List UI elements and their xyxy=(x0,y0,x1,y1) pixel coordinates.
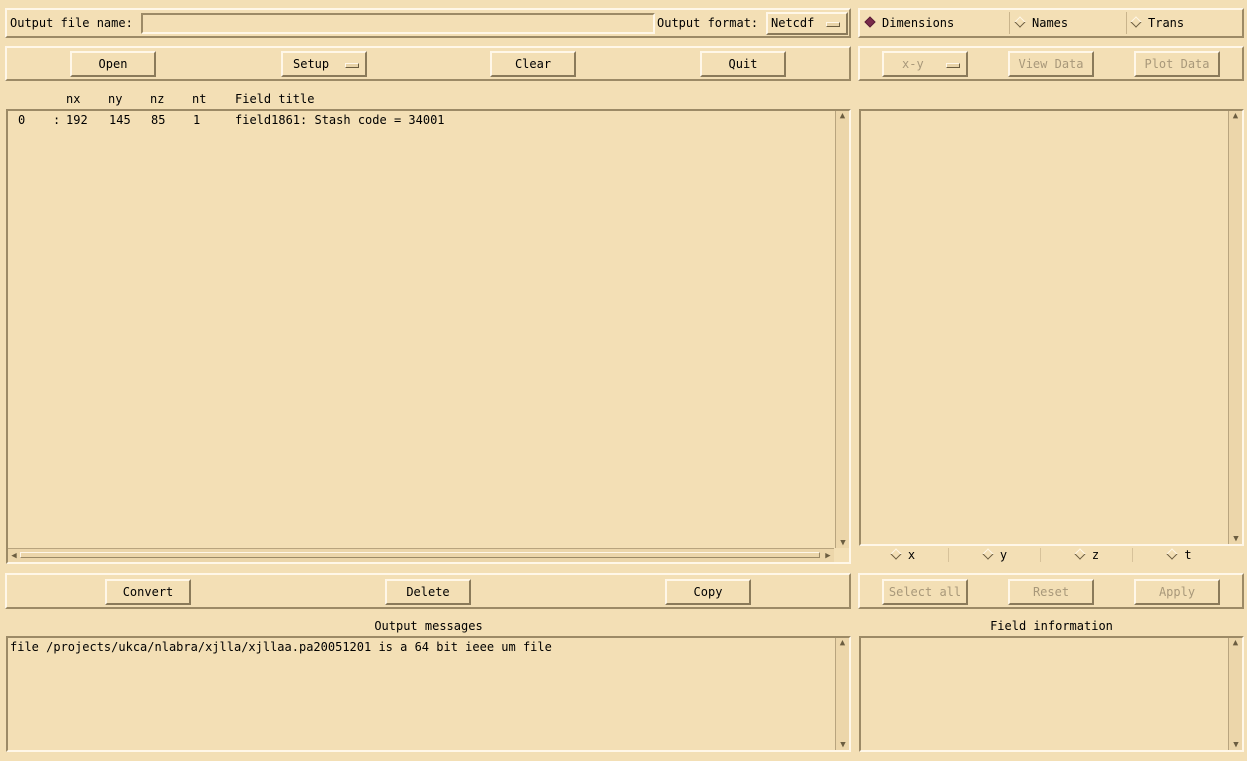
scroll-down-icon[interactable]: ▼ xyxy=(1229,740,1243,750)
table-row[interactable]: 0 : 192 145 85 1 field1861: Stash code =… xyxy=(8,113,834,129)
view-data-button[interactable]: View Data xyxy=(1008,51,1094,77)
divider xyxy=(1009,12,1010,34)
view-mode-label: Trans xyxy=(1148,16,1185,30)
select-all-button[interactable]: Select all xyxy=(882,579,968,605)
fields-list[interactable]: 0 : 192 145 85 1 field1861: Stash code =… xyxy=(6,109,851,564)
action-bar: Convert Delete Copy xyxy=(5,573,851,609)
scroll-thumb[interactable] xyxy=(20,552,820,558)
header-nz: nz xyxy=(150,92,165,106)
toggle-unselected-icon xyxy=(1074,548,1086,560)
reset-button[interactable]: Reset xyxy=(1008,579,1094,605)
plot-type-menu[interactable]: x-y xyxy=(882,51,968,77)
dimension-action-bar: Select all Reset Apply xyxy=(858,573,1244,609)
view-mode-label: Dimensions xyxy=(882,16,955,30)
divider xyxy=(1126,12,1127,34)
row-separator: : xyxy=(53,113,61,127)
dimension-toggle-z[interactable]: z xyxy=(1043,548,1133,562)
header-nt: nt xyxy=(192,92,207,106)
dimensions-list[interactable]: ▲ ▼ xyxy=(859,109,1244,546)
dimensions-vertical-scrollbar[interactable]: ▲ ▼ xyxy=(1228,111,1242,544)
option-menu-icon xyxy=(826,22,840,27)
dimension-toggle-bar: x y z t xyxy=(859,546,1227,566)
dimension-toggle-x[interactable]: x xyxy=(859,548,949,562)
header-ny: ny xyxy=(108,92,123,106)
convert-button[interactable]: Convert xyxy=(105,579,191,605)
setup-menu-button[interactable]: Setup xyxy=(281,51,367,77)
apply-button[interactable]: Apply xyxy=(1134,579,1220,605)
toggle-unselected-icon xyxy=(890,548,902,560)
dimension-toggle-y[interactable]: y xyxy=(951,548,1041,562)
fields-vertical-scrollbar[interactable]: ▲ ▼ xyxy=(835,111,849,548)
output-format-label: Output format: xyxy=(657,16,759,30)
row-ny: 145 xyxy=(109,113,131,127)
field-information-panel[interactable]: ▲ ▼ xyxy=(859,636,1244,752)
scroll-down-icon[interactable]: ▼ xyxy=(1229,534,1243,544)
scroll-up-icon[interactable]: ▲ xyxy=(836,111,849,121)
plot-data-button[interactable]: Plot Data xyxy=(1134,51,1220,77)
row-index: 0 xyxy=(18,113,26,127)
output-messages-title: Output messages xyxy=(374,619,483,633)
plot-type-value: x-y xyxy=(902,57,924,71)
dimension-label: x xyxy=(907,548,916,562)
dimension-label: z xyxy=(1091,548,1100,562)
quit-button[interactable]: Quit xyxy=(700,51,786,77)
view-mode-dimensions[interactable]: Dimensions xyxy=(864,16,1006,30)
option-menu-icon xyxy=(946,63,960,68)
row-title: field1861: Stash code = 34001 xyxy=(235,113,445,127)
output-format-value: Netcdf xyxy=(771,16,815,30)
field-info-vertical-scrollbar[interactable]: ▲ ▼ xyxy=(1228,638,1242,750)
open-button[interactable]: Open xyxy=(70,51,156,77)
dimension-toggle-t[interactable]: t xyxy=(1135,548,1225,562)
scroll-right-icon[interactable]: ▶ xyxy=(822,551,834,561)
main-toolbar: Open Setup Clear Quit xyxy=(5,46,851,81)
clear-button[interactable]: Clear xyxy=(490,51,576,77)
header-nx: nx xyxy=(66,92,81,106)
toggle-unselected-icon xyxy=(1166,548,1179,560)
view-mode-bar: Dimensions Names Trans xyxy=(858,8,1244,38)
scroll-left-icon[interactable]: ◀ xyxy=(8,551,20,561)
scroll-up-icon[interactable]: ▲ xyxy=(1229,638,1242,648)
view-mode-label: Names xyxy=(1032,16,1069,30)
plot-toolbar: x-y View Data Plot Data xyxy=(858,46,1244,81)
view-mode-names[interactable]: Names xyxy=(1014,16,1126,30)
view-mode-trans[interactable]: Trans xyxy=(1130,16,1232,30)
copy-button[interactable]: Copy xyxy=(665,579,751,605)
messages-vertical-scrollbar[interactable]: ▲ ▼ xyxy=(835,638,849,750)
scroll-up-icon[interactable]: ▲ xyxy=(1229,111,1242,121)
output-file-label: Output file name: xyxy=(10,16,133,30)
scroll-down-icon[interactable]: ▼ xyxy=(836,740,850,750)
dimension-label: t xyxy=(1184,548,1192,562)
output-file-bar: Output file name: Output format: Netcdf xyxy=(5,8,851,38)
output-file-input[interactable] xyxy=(141,13,655,34)
output-format-menu[interactable]: Netcdf xyxy=(766,12,848,35)
header-field-title: Field title xyxy=(235,92,315,106)
fields-table-header: nx ny nz nt Field title xyxy=(0,92,850,106)
radio-unselected-icon xyxy=(1130,16,1142,28)
scroll-up-icon[interactable]: ▲ xyxy=(836,638,849,648)
output-messages-panel[interactable]: file /projects/ukca/nlabra/xjlla/xjllaa.… xyxy=(6,636,851,752)
radio-unselected-icon xyxy=(1014,16,1026,28)
row-nx: 192 xyxy=(66,113,88,127)
fields-horizontal-scrollbar[interactable]: ◀ ▶ xyxy=(8,548,834,562)
setup-label: Setup xyxy=(293,57,330,71)
dimension-label: y xyxy=(999,548,1008,562)
field-information-title: Field information xyxy=(990,619,1113,633)
option-menu-icon xyxy=(345,63,359,68)
row-nz: 85 xyxy=(151,113,166,127)
row-nt: 1 xyxy=(193,113,201,127)
delete-button[interactable]: Delete xyxy=(385,579,471,605)
radio-selected-icon xyxy=(864,16,876,28)
output-message-line: file /projects/ukca/nlabra/xjlla/xjllaa.… xyxy=(10,640,552,654)
toggle-unselected-icon xyxy=(982,548,994,560)
scroll-down-icon[interactable]: ▼ xyxy=(836,538,850,548)
